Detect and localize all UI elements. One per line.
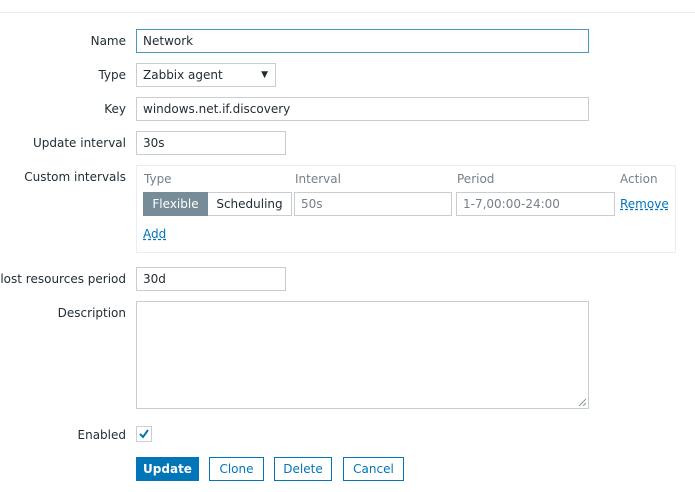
- description-textarea[interactable]: [136, 301, 589, 409]
- custom-intervals-table: Type Interval Period Action Flexible Sch…: [136, 165, 676, 253]
- description-label: Description: [57, 306, 126, 320]
- top-divider: [0, 12, 695, 13]
- lost-resources-label: ep lost resources period: [0, 272, 126, 286]
- col-header-interval: Interval: [295, 172, 341, 186]
- key-input[interactable]: windows.net.if.discovery: [136, 97, 589, 121]
- resize-grip-icon[interactable]: [578, 398, 586, 406]
- delete-button[interactable]: Delete: [274, 457, 332, 481]
- remove-link[interactable]: Remove: [620, 197, 669, 211]
- cancel-button[interactable]: Cancel: [343, 457, 404, 481]
- lost-resources-input[interactable]: 30d: [136, 267, 286, 291]
- checkmark-icon: [139, 429, 149, 439]
- enabled-label: Enabled: [77, 428, 127, 442]
- update-button[interactable]: Update: [136, 457, 199, 481]
- dropdown-arrow-icon: ▼: [261, 70, 268, 80]
- update-interval-input[interactable]: 30s: [136, 131, 286, 155]
- enabled-checkbox[interactable]: [136, 426, 152, 442]
- custom-intervals-label: Custom intervals: [24, 170, 126, 184]
- name-input[interactable]: Network: [136, 29, 589, 53]
- col-header-action: Action: [620, 172, 658, 186]
- key-label: Key: [104, 102, 126, 116]
- col-header-period: Period: [457, 172, 495, 186]
- interval-input[interactable]: 50s: [294, 192, 452, 216]
- col-header-type: Type: [144, 172, 172, 186]
- period-input[interactable]: 1-7,00:00-24:00: [456, 192, 615, 216]
- scheduling-option[interactable]: Scheduling: [208, 192, 292, 216]
- add-interval-link[interactable]: Add: [143, 227, 166, 241]
- interval-type-toggle: Flexible Scheduling: [143, 192, 292, 216]
- update-interval-label: Update interval: [32, 136, 126, 150]
- type-select-value: Zabbix agent: [143, 68, 223, 82]
- name-label: Name: [90, 34, 126, 48]
- clone-button[interactable]: Clone: [209, 457, 264, 481]
- flexible-option[interactable]: Flexible: [143, 192, 208, 216]
- type-label: Type: [98, 68, 126, 82]
- type-select[interactable]: Zabbix agent ▼: [136, 63, 276, 87]
